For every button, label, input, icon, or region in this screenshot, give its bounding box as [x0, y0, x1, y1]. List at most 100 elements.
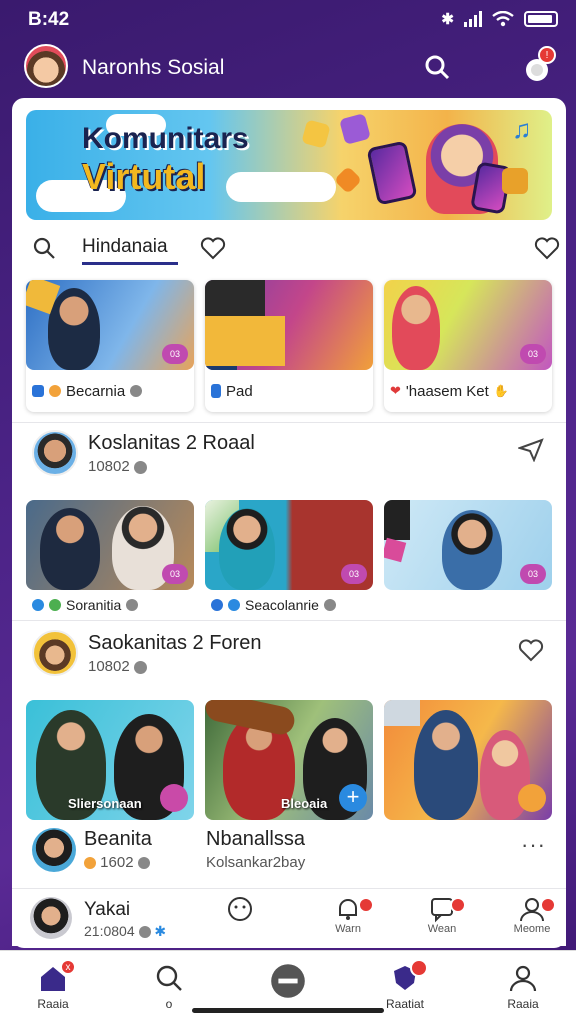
media-tile[interactable]: Sliersonaan — [26, 700, 194, 820]
post-meta-count: 10802 — [88, 458, 130, 475]
person-figure — [40, 508, 100, 590]
tile-caption: Pad — [226, 382, 253, 400]
user-avatar[interactable] — [30, 897, 72, 939]
tile-caption-row — [384, 590, 552, 620]
mini-user-meta: 21:0804 ✱ — [84, 923, 166, 940]
tile-badge: 03 — [520, 344, 546, 364]
nav-mini-item-wean[interactable]: Wean — [412, 895, 472, 935]
tile-image: 03 — [384, 500, 552, 590]
community-banner[interactable]: Komunitars Virtutal ♫ — [26, 110, 552, 220]
post-author[interactable]: Koslanitas 2 Roaal — [88, 432, 255, 455]
banner-cube-icon — [301, 119, 331, 149]
heart-icon[interactable] — [200, 236, 226, 260]
profile-avatar[interactable] — [24, 44, 68, 88]
status-bar: B:42 ✱ — [0, 0, 576, 38]
tile-caption-row: ❤ 'haasem Ket ✋ — [384, 370, 552, 412]
banner-triangle-icon — [333, 165, 363, 195]
nav-search[interactable]: o — [134, 963, 204, 1011]
search-icon[interactable] — [32, 236, 56, 260]
featured-tile[interactable]: 03 ❤ 'haasem Ket ✋ — [384, 280, 552, 412]
nav-mini-item-warn[interactable]: Warn — [318, 895, 378, 935]
person-name[interactable]: Nbanallssa — [206, 828, 305, 851]
tile-caption-row: Seacolanrie — [205, 590, 373, 620]
nav-profile[interactable]: Raaia — [488, 963, 558, 1011]
tile-badge: 03 — [162, 564, 188, 584]
feed-card: Komunitars Virtutal ♫ Hindanaia 03 Becar… — [12, 98, 566, 948]
banner-cube-icon — [339, 113, 371, 145]
minus-circle-icon — [271, 964, 305, 998]
tablet-icon — [211, 384, 221, 398]
divider — [12, 422, 566, 423]
tile-image — [384, 700, 552, 820]
media-tile[interactable]: Bleoaia + — [205, 700, 373, 820]
post-meta: 10802 — [88, 458, 147, 475]
featured-row: 03 Becarnia Pad 03 ❤ 'haasem Ket ✋ — [26, 280, 552, 412]
nav-home[interactable]: x Raaia — [18, 959, 88, 1011]
emoji-icon — [84, 857, 96, 870]
phone-image — [384, 340, 421, 370]
user-avatar[interactable] — [32, 630, 78, 676]
nav-label: Raatiat — [385, 997, 425, 1011]
user-avatar[interactable] — [32, 430, 78, 476]
globe-icon — [138, 926, 151, 939]
person-meta-count: 1602 — [100, 854, 134, 871]
search-icon[interactable] — [424, 54, 450, 80]
person-figure — [48, 288, 100, 370]
divider — [12, 620, 566, 621]
app-title: Naronhs Sosial — [82, 56, 225, 79]
nav-badge: x — [60, 959, 76, 975]
post-author[interactable]: Saokanitas 2 Foren — [88, 632, 261, 655]
send-icon[interactable] — [518, 438, 544, 462]
featured-tile[interactable]: Pad — [205, 280, 373, 412]
nav-mini-item-meome[interactable]: Meome — [502, 895, 562, 935]
mini-label: Meome — [513, 923, 551, 935]
tile-badge: 03 — [162, 344, 188, 364]
more-options-icon[interactable]: ··· — [521, 832, 546, 858]
home-button-icon: x — [38, 959, 76, 993]
add-icon[interactable]: + — [339, 784, 367, 812]
person-avatar[interactable] — [32, 828, 76, 872]
tile-image: 03 — [205, 500, 373, 590]
tile-caption: Seacolanrie — [245, 597, 319, 613]
status-icons: ✱ — [441, 10, 558, 28]
alerts-button-icon — [390, 959, 428, 993]
status-time: B:42 — [28, 9, 70, 30]
emoji-icon — [49, 385, 61, 397]
nav-label: o — [165, 997, 173, 1011]
notification-badge: ! — [538, 46, 556, 64]
tile-caption: 'haasem Ket — [405, 382, 489, 400]
globe-icon — [137, 857, 150, 870]
nav-center[interactable] — [253, 963, 323, 1003]
globe-icon — [133, 660, 147, 674]
tab-active[interactable]: Hindanaia — [82, 236, 168, 258]
globe-icon — [130, 385, 143, 397]
nav-mini-item-feeling[interactable] — [210, 895, 270, 923]
notifications-button[interactable]: ! — [522, 46, 556, 84]
toy-vehicle-image — [205, 280, 265, 316]
tile-image: 03 — [26, 500, 194, 590]
tile-caption: Soranitia — [66, 597, 122, 613]
heart-icon[interactable] — [518, 638, 544, 662]
person-figure — [442, 510, 502, 590]
banner-cloud — [226, 172, 336, 202]
action-icon — [518, 784, 546, 812]
heart-icon[interactable] — [534, 236, 560, 260]
nav-label: Raaia — [507, 997, 539, 1011]
crane-image — [205, 316, 285, 366]
nav-alerts[interactable]: Raatiat — [370, 959, 440, 1011]
media-tile[interactable]: 03 Seacolanrie — [205, 500, 373, 620]
featured-tile[interactable]: 03 Becarnia — [26, 280, 194, 412]
person-meta: Kolsankar2bay — [206, 854, 306, 871]
media-tile[interactable]: 03 — [384, 500, 552, 620]
tab-underline — [82, 262, 178, 265]
person-name[interactable]: Beanita — [84, 828, 152, 851]
filter-tabs: Hindanaia — [26, 230, 560, 270]
media-tile[interactable]: 03 Soranitia — [26, 500, 194, 620]
smiley-icon — [228, 897, 252, 921]
telegram-icon — [32, 599, 44, 611]
mini-user-name: Yakai — [84, 899, 131, 920]
tile-badge: 03 — [520, 564, 546, 584]
media-tile[interactable] — [384, 700, 552, 820]
check-icon — [32, 385, 44, 397]
banner-title-line1: Komunitars — [82, 122, 249, 155]
